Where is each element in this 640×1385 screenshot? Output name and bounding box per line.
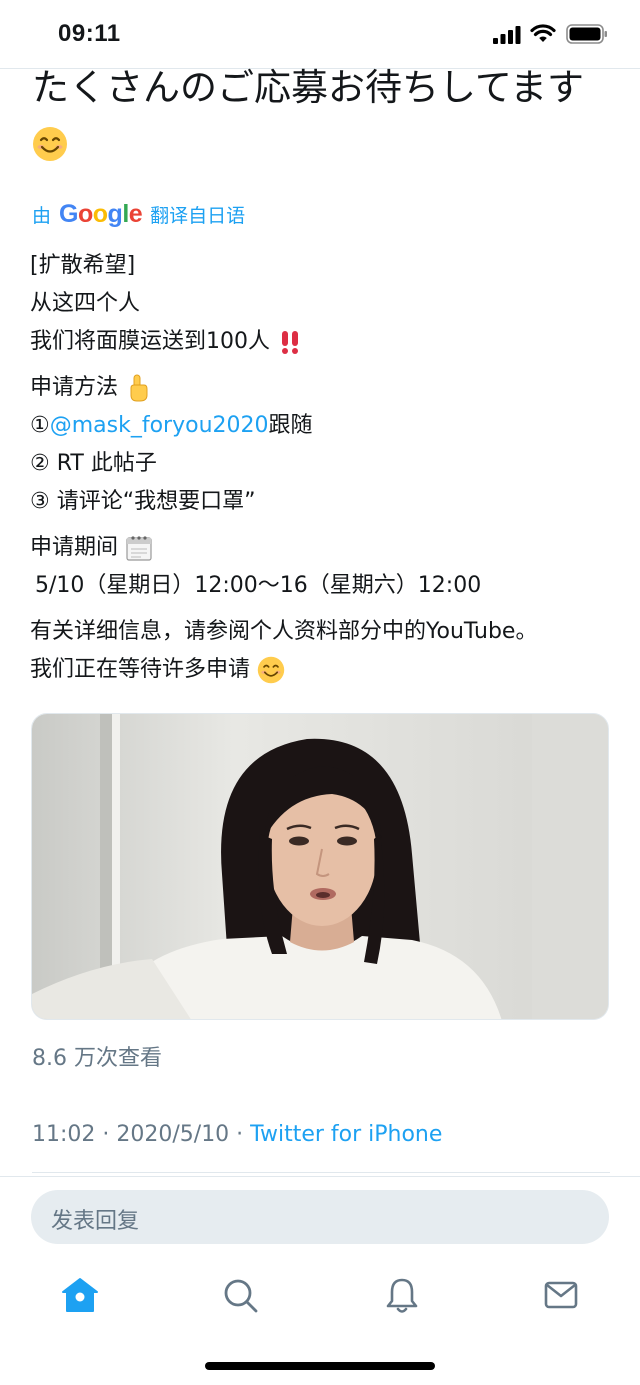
home-icon[interactable] [57, 1272, 103, 1318]
translated-line-text: 申请方法 [30, 375, 119, 400]
status-bar: 09:11 [0, 0, 640, 68]
translated-line: 我们正在等待许多申请 [30, 651, 620, 689]
translated-line-text: 申请期间 [30, 535, 119, 560]
translated-line-text: 跟随 [268, 413, 313, 438]
translated-line-text: 我们正在等待许多申请 [30, 657, 251, 682]
video-thumbnail [32, 714, 608, 1019]
tweet-original-line: たくさんのご応募お待ちしてます [32, 66, 585, 109]
tweet-translated-text: [扩散希望] 从这四个人 我们将面膜运送到100人 申请方法 ①@mask_fo… [30, 247, 620, 689]
translated-line-text: ① [30, 413, 50, 438]
tweet-original-text: たくさんのご応募お待ちしてます [32, 62, 612, 166]
translated-by-google[interactable]: 由 Google 翻译自日语 [32, 196, 245, 232]
tweet-source-link[interactable]: Twitter for iPhone [250, 1122, 442, 1147]
translated-by-suffix: 翻译自日语 [150, 204, 246, 227]
calendar-emoji-icon [126, 536, 152, 561]
translated-line: ①@mask_foryou2020跟随 [30, 407, 620, 445]
translated-line: ③ 请评论“我想要口罩” [30, 489, 256, 514]
video-player[interactable] [31, 713, 609, 1020]
translated-line: 申请期间 [30, 529, 620, 567]
translated-line-text: 我们将面膜运送到100人 [30, 329, 270, 354]
translated-by-prefix: 由 [32, 204, 52, 227]
mention-link[interactable]: @mask_foryou2020 [50, 413, 269, 438]
translated-line: 我们将面膜运送到100人 [30, 323, 620, 361]
tweet-meta: 11:02 · 2020/5/10 · Twitter for iPhone [32, 1122, 442, 1147]
translated-line: 从这四个人 [30, 291, 141, 316]
view-count: 8.6 万次查看 [32, 1046, 162, 1071]
translated-line: 申请方法 [30, 369, 620, 407]
smiling-face-emoji-icon [33, 126, 67, 161]
cellular-signal-icon [493, 26, 521, 44]
wifi-icon [530, 24, 556, 42]
smiling-face-emoji-icon [257, 656, 285, 684]
status-time: 09:11 [58, 20, 121, 47]
home-indicator[interactable] [205, 1362, 435, 1370]
translated-line: ② RT 此帖子 [30, 451, 157, 476]
notifications-icon[interactable] [379, 1272, 425, 1318]
google-logo: Google [59, 199, 143, 228]
messages-icon[interactable] [538, 1272, 584, 1318]
battery-icon [566, 24, 607, 44]
reply-placeholder: 发表回复 [51, 1209, 140, 1234]
tweet-timestamp: 11:02 · 2020/5/10 · [32, 1122, 251, 1147]
translated-line: 有关详细信息，请参阅个人资料部分中的YouTube。 [30, 619, 538, 644]
translated-line: 5/10（星期日）12:00～16（星期六）12:00 [35, 573, 482, 598]
meta-divider [32, 1172, 610, 1173]
reply-input[interactable]: 发表回复 [31, 1190, 609, 1244]
double-exclamation-emoji-icon [282, 331, 298, 354]
search-icon[interactable] [217, 1272, 263, 1318]
translated-line: [扩散希望] [30, 253, 136, 278]
pointing-up-emoji-icon [130, 374, 148, 402]
reply-divider [0, 1176, 640, 1177]
